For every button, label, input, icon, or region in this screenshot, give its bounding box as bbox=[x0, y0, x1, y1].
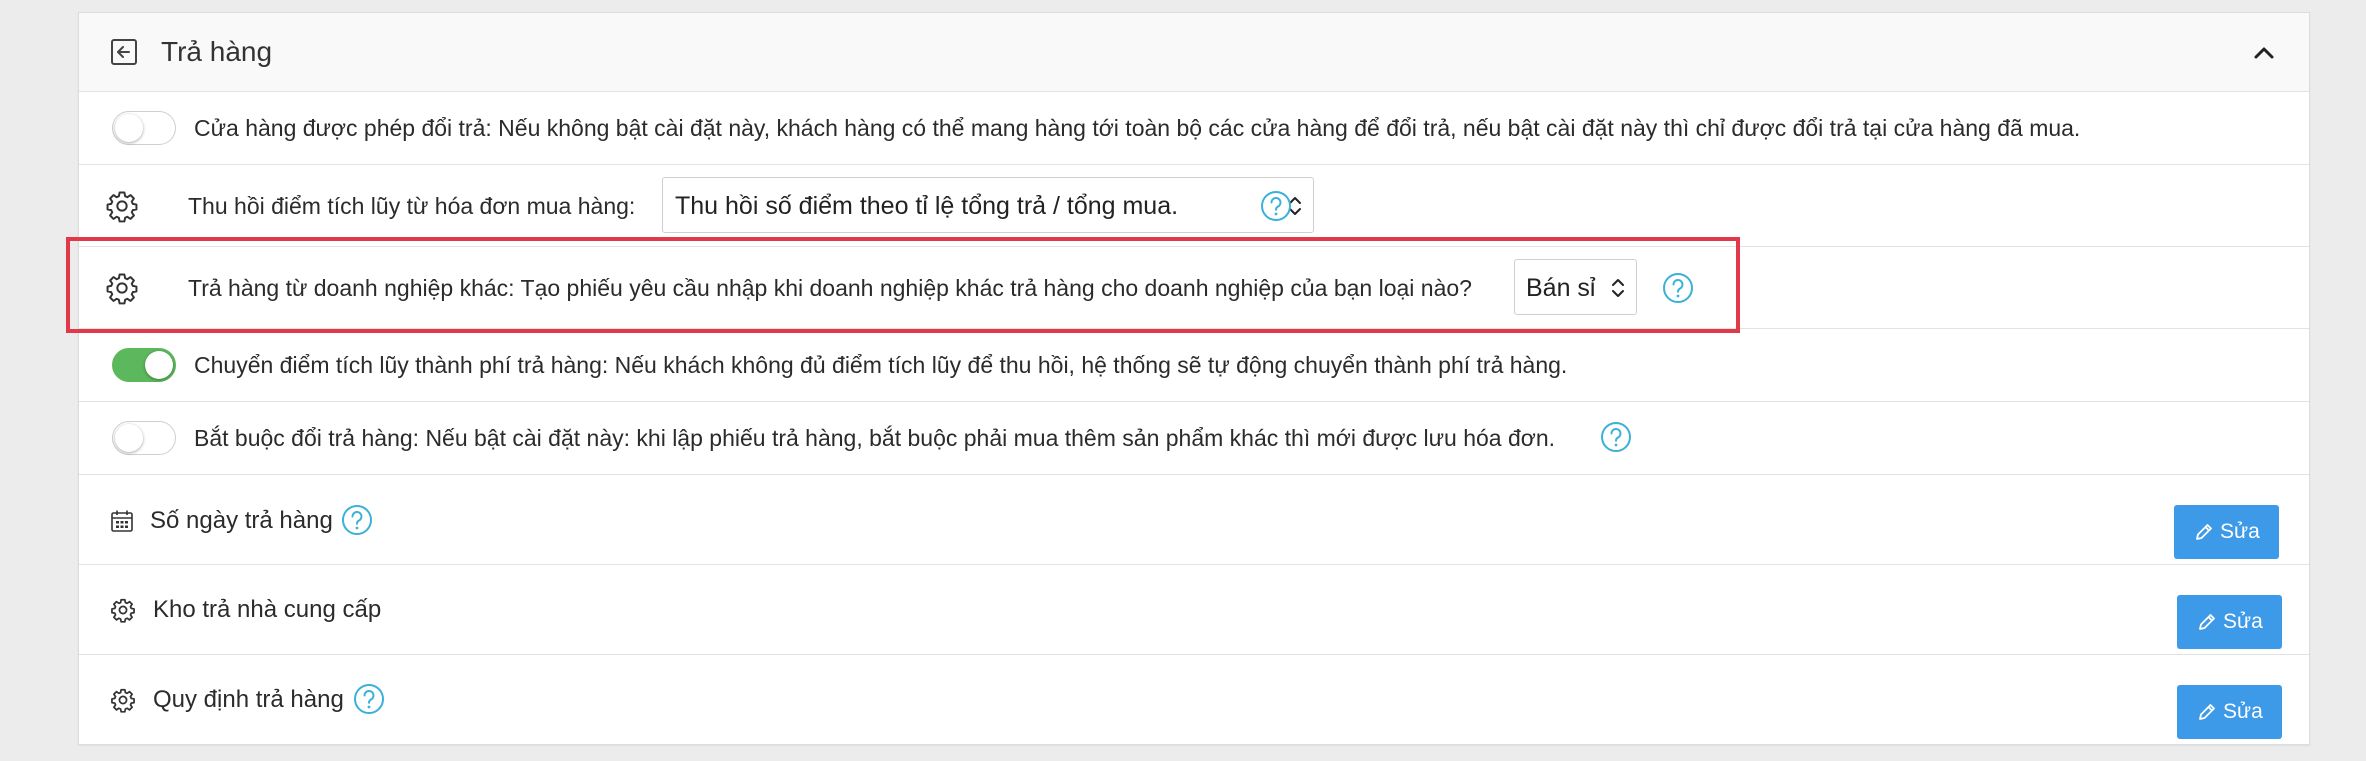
panel-header[interactable]: Trả hàng bbox=[79, 13, 2309, 92]
help-icon[interactable] bbox=[353, 683, 385, 715]
setting-text: Thu hồi điểm tích lũy từ hóa đơn mua hàn… bbox=[188, 193, 636, 219]
toggle-knob bbox=[115, 114, 143, 142]
setting-text: Quy định trả hàng bbox=[153, 686, 344, 713]
points-to-fee-toggle[interactable] bbox=[112, 348, 176, 382]
gear-icon bbox=[106, 273, 138, 305]
setting-text: Số ngày trả hàng bbox=[150, 507, 333, 534]
setting-text: Bắt buộc đổi trả hàng: Nếu bật cài đặt n… bbox=[194, 425, 1556, 451]
select-value: Bán sỉ bbox=[1526, 274, 1596, 302]
setting-text: Kho trả nhà cung cấp bbox=[153, 596, 382, 623]
back-arrow-box-icon bbox=[111, 39, 137, 65]
pencil-icon bbox=[2199, 704, 2215, 720]
setting-row-points-to-fee: Chuyển điểm tích lũy thành phí trả hàng:… bbox=[79, 329, 2309, 402]
select-arrows-icon bbox=[1612, 279, 1624, 297]
point-recovery-select[interactable]: Thu hồi số điểm theo tỉ lệ tổng trả / tổ… bbox=[662, 177, 1314, 233]
help-icon[interactable] bbox=[1662, 272, 1694, 304]
pencil-icon bbox=[2196, 524, 2212, 540]
setting-row-allow-store-return: Cửa hàng được phép đổi trả: Nếu không bậ… bbox=[79, 92, 2309, 165]
toggle-knob bbox=[145, 351, 173, 379]
edit-button-label: Sửa bbox=[2223, 610, 2263, 633]
help-icon[interactable] bbox=[341, 504, 373, 536]
edit-return-policy-button[interactable]: Sửa bbox=[2177, 685, 2282, 739]
setting-row-mandatory-exchange: Bắt buộc đổi trả hàng: Nếu bật cài đặt n… bbox=[79, 402, 2309, 475]
chevron-up-icon[interactable] bbox=[2249, 38, 2279, 68]
gear-icon bbox=[111, 688, 135, 713]
return-settings-panel: Trả hàng Cửa hàng được phép đổi trả: Nếu… bbox=[78, 12, 2310, 745]
pencil-icon bbox=[2199, 614, 2215, 630]
toggle-knob bbox=[115, 424, 143, 452]
return-type-select[interactable]: Bán sỉ bbox=[1514, 259, 1637, 315]
edit-supplier-warehouse-button[interactable]: Sửa bbox=[2177, 595, 2282, 649]
edit-button-label: Sửa bbox=[2220, 520, 2260, 543]
setting-row-point-recovery: Thu hồi điểm tích lũy từ hóa đơn mua hàn… bbox=[79, 165, 2309, 247]
edit-return-days-button[interactable]: Sửa bbox=[2174, 505, 2279, 559]
setting-text: Trả hàng từ doanh nghiệp khác: Tạo phiếu… bbox=[188, 275, 1472, 301]
panel-title: Trả hàng bbox=[161, 36, 273, 67]
setting-row-supplier-return-warehouse: Kho trả nhà cung cấp Sửa bbox=[79, 565, 2309, 655]
setting-text: Cửa hàng được phép đổi trả: Nếu không bậ… bbox=[194, 115, 2081, 141]
gear-icon bbox=[111, 598, 135, 623]
edit-button-label: Sửa bbox=[2223, 700, 2263, 723]
setting-row-return-days: Số ngày trả hàng Sửa bbox=[79, 475, 2309, 565]
calendar-icon bbox=[111, 510, 133, 532]
setting-text: Chuyển điểm tích lũy thành phí trả hàng:… bbox=[194, 352, 1568, 378]
mandatory-exchange-toggle[interactable] bbox=[112, 421, 176, 455]
setting-row-return-policy: Quy định trả hàng Sửa bbox=[79, 655, 2309, 744]
help-icon[interactable] bbox=[1600, 421, 1632, 453]
select-value: Thu hồi số điểm theo tỉ lệ tổng trả / tổ… bbox=[675, 192, 1179, 220]
help-icon[interactable] bbox=[1260, 190, 1292, 222]
allow-store-return-toggle[interactable] bbox=[112, 111, 176, 145]
setting-row-inter-business-return: Trả hàng từ doanh nghiệp khác: Tạo phiếu… bbox=[79, 247, 2309, 329]
gear-icon bbox=[106, 191, 138, 223]
